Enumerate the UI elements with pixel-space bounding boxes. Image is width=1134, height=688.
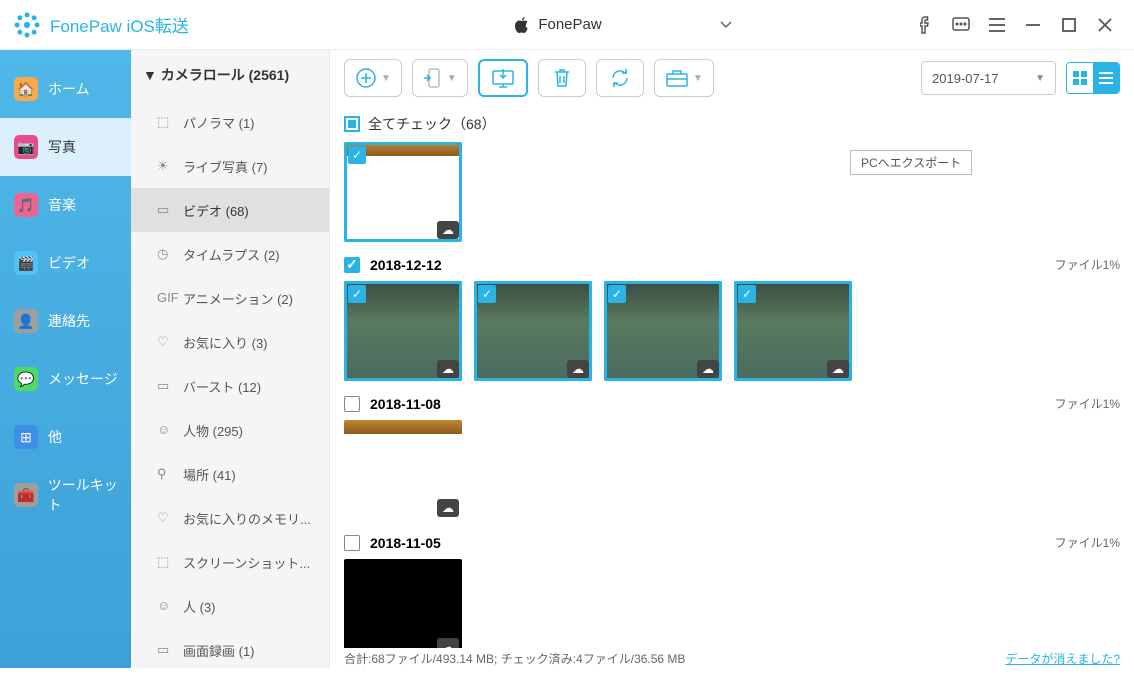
subnav-item-4[interactable]: GIFアニメーション (2): [131, 276, 329, 320]
data-lost-link[interactable]: データが消えました?: [1005, 650, 1120, 667]
cloud-icon: ☁: [697, 360, 719, 378]
nav-item-2[interactable]: 🎵音楽: [0, 176, 131, 234]
check-icon: ✓: [608, 285, 626, 303]
subnav-item-10[interactable]: ⬚スクリーンショット...: [131, 540, 329, 584]
to-device-button[interactable]: ▼: [412, 59, 468, 97]
select-all-row[interactable]: 全てチェック（68）: [330, 106, 1134, 142]
nav-icon: 🎵: [14, 193, 38, 217]
check-icon: ✓: [348, 285, 366, 303]
add-button[interactable]: ▼: [344, 59, 402, 97]
app-title: FonePaw iOS転送: [50, 12, 189, 37]
nav-icon: 📷: [14, 135, 38, 159]
status-text: 合計:68ファイル/493.14 MB; チェック済み:4ファイル/36.56 …: [344, 650, 685, 667]
thumbnail[interactable]: ☁: [344, 420, 462, 520]
album-icon: ▭: [157, 642, 173, 658]
album-icon: ◷: [157, 246, 173, 262]
group-header[interactable]: ✓ 2018-12-12 ファイル1%: [344, 248, 1120, 281]
nav-item-0[interactable]: 🏠ホーム: [0, 60, 131, 118]
maximize-button[interactable]: [1060, 16, 1078, 34]
cloud-icon: ☁: [437, 221, 459, 239]
nav-item-6[interactable]: ⊞他: [0, 408, 131, 466]
thumbnail[interactable]: ✓ ☁: [604, 281, 722, 381]
nav-icon: 👤: [14, 309, 38, 333]
thumbnail[interactable]: ✓ ☁: [344, 142, 462, 242]
nav-item-1[interactable]: 📷写真: [0, 118, 131, 176]
device-selector[interactable]: FonePaw: [514, 16, 731, 34]
nav-icon: 🎬: [14, 251, 38, 275]
nav-item-5[interactable]: 💬メッセージ: [0, 350, 131, 408]
apple-icon: [514, 16, 530, 34]
album-icon: ▭: [157, 202, 173, 218]
nav-icon: 🧰: [14, 483, 38, 507]
nav-icon: 🏠: [14, 77, 38, 101]
group-checkbox[interactable]: [344, 535, 360, 551]
group-header[interactable]: 2018-11-08 ファイル1%: [344, 387, 1120, 420]
subnav-item-1[interactable]: ☀ライブ写真 (7): [131, 144, 329, 188]
check-icon: ✓: [348, 146, 366, 164]
close-button[interactable]: [1096, 16, 1114, 34]
list-view-button[interactable]: [1093, 63, 1119, 93]
album-subnav: ▼ カメラロール (2561) ⬚パノラマ (1)☀ライブ写真 (7)▭ビデオ …: [131, 50, 330, 668]
device-name: FonePaw: [538, 16, 601, 33]
album-icon: ▭: [157, 378, 173, 394]
cloud-icon: ☁: [567, 360, 589, 378]
subnav-item-9[interactable]: ♡お気に入りのメモリ...: [131, 496, 329, 540]
check-icon: ✓: [738, 285, 756, 303]
nav-item-7[interactable]: 🧰ツールキット: [0, 466, 131, 524]
album-icon: ☀: [157, 158, 173, 174]
group-checkbox[interactable]: ✓: [344, 257, 360, 273]
refresh-button[interactable]: [596, 59, 644, 97]
album-icon: ☺: [157, 422, 173, 438]
thumbnail[interactable]: ☁: [344, 559, 462, 648]
subnav-item-8[interactable]: ⚲場所 (41): [131, 452, 329, 496]
minimize-button[interactable]: [1024, 16, 1042, 34]
subnav-item-5[interactable]: ♡お気に入り (3): [131, 320, 329, 364]
subnav-item-12[interactable]: ▭画面録画 (1): [131, 628, 329, 668]
subnav-item-0[interactable]: ⬚パノラマ (1): [131, 100, 329, 144]
delete-button[interactable]: [538, 59, 586, 97]
chevron-down-icon: [720, 21, 732, 29]
album-icon: ⚲: [157, 466, 173, 482]
cloud-icon: ☁: [827, 360, 849, 378]
group-header[interactable]: 2018-11-05 ファイル1%: [344, 526, 1120, 559]
feedback-icon[interactable]: [952, 16, 970, 34]
nav-icon: 💬: [14, 367, 38, 391]
app-logo-icon: [12, 10, 42, 40]
view-toggle: [1066, 62, 1120, 94]
toolbox-button[interactable]: ▼: [654, 59, 714, 97]
album-icon: ⬚: [157, 554, 173, 570]
cloud-icon: ☁: [437, 360, 459, 378]
subnav-item-3[interactable]: ◷タイムラプス (2): [131, 232, 329, 276]
nav-item-3[interactable]: 🎬ビデオ: [0, 234, 131, 292]
export-to-pc-button[interactable]: [478, 59, 528, 97]
subnav-item-6[interactable]: ▭バースト (12): [131, 364, 329, 408]
select-all-checkbox[interactable]: [344, 116, 360, 132]
album-icon: GIF: [157, 290, 173, 306]
subnav-header[interactable]: ▼ カメラロール (2561): [131, 50, 329, 100]
nav-icon: ⊞: [14, 425, 38, 449]
subnav-item-7[interactable]: ☺人物 (295): [131, 408, 329, 452]
album-icon: ♡: [157, 510, 173, 526]
date-filter[interactable]: 2019-07-17▼: [921, 61, 1056, 95]
facebook-icon[interactable]: [916, 16, 934, 34]
subnav-item-11[interactable]: ☺人 (3): [131, 584, 329, 628]
thumbnail[interactable]: ✓ ☁: [344, 281, 462, 381]
cloud-icon: ☁: [437, 638, 459, 648]
group-checkbox[interactable]: [344, 396, 360, 412]
export-tooltip: PCへエクスポート: [850, 150, 972, 175]
grid-view-button[interactable]: [1067, 63, 1093, 93]
menu-icon[interactable]: [988, 16, 1006, 34]
main-nav: 🏠ホーム📷写真🎵音楽🎬ビデオ👤連絡先💬メッセージ⊞他🧰ツールキット: [0, 50, 131, 668]
toolbar: ▼ ▼ ▼ 2019-07-17▼: [330, 50, 1134, 106]
thumbnail[interactable]: ✓ ☁: [474, 281, 592, 381]
cloud-icon: ☁: [437, 499, 459, 517]
thumbnail[interactable]: ✓ ☁: [734, 281, 852, 381]
album-icon: ♡: [157, 334, 173, 350]
album-icon: ⬚: [157, 114, 173, 130]
nav-item-4[interactable]: 👤連絡先: [0, 292, 131, 350]
check-icon: ✓: [478, 285, 496, 303]
subnav-item-2[interactable]: ▭ビデオ (68): [131, 188, 329, 232]
status-bar: 合計:68ファイル/493.14 MB; チェック済み:4ファイル/36.56 …: [330, 648, 1134, 668]
album-icon: ☺: [157, 598, 173, 614]
